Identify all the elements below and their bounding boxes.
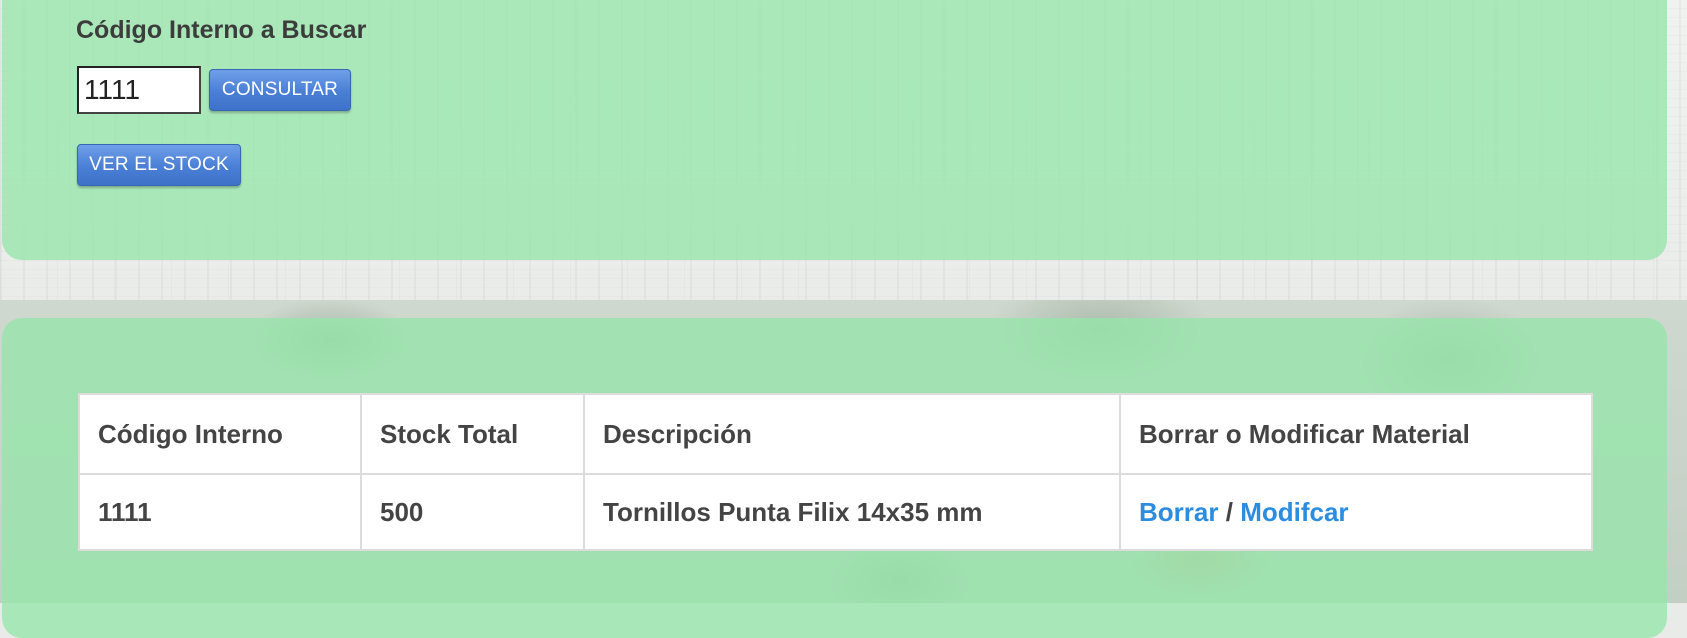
code-search-input[interactable] [77,66,201,114]
view-stock-button[interactable]: VER EL STOCK [77,144,241,186]
consult-button[interactable]: CONSULTAR [209,69,351,111]
header-stock: Stock Total [360,393,585,475]
cell-description: Tornillos Punta Filix 14x35 mm [583,473,1121,551]
action-separator: / [1225,496,1233,527]
header-description: Descripción [583,393,1121,475]
cell-actions: Borrar / Modifcar [1119,473,1593,551]
table-header-row: Código Interno Stock Total Descripción B… [78,393,1593,475]
header-code: Código Interno [78,393,362,475]
header-actions: Borrar o Modificar Material [1119,393,1593,475]
cell-stock: 500 [360,473,585,551]
stock-table: Código Interno Stock Total Descripción B… [78,393,1593,551]
table-row: 1111 500 Tornillos Punta Filix 14x35 mm … [78,473,1593,551]
cell-code: 1111 [78,473,362,551]
search-form: CONSULTAR [77,66,351,114]
delete-link[interactable]: Borrar [1139,497,1218,527]
modify-link[interactable]: Modifcar [1240,497,1348,527]
search-title: Código Interno a Buscar [76,16,367,44]
